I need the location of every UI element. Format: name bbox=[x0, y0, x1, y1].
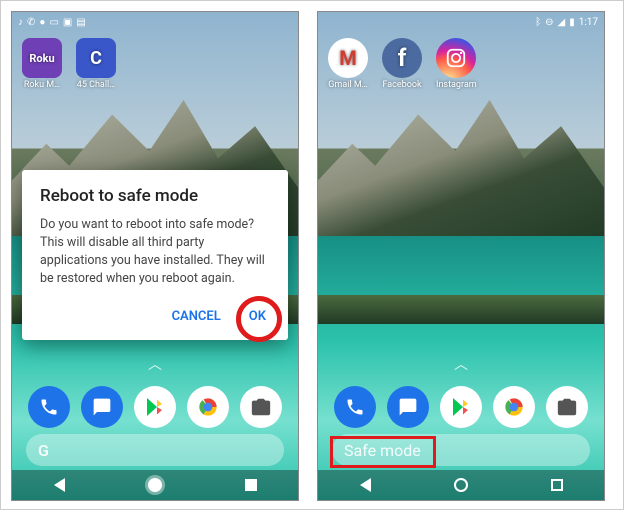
dock-play[interactable] bbox=[134, 386, 176, 428]
chall-icon: C bbox=[76, 38, 116, 78]
play-store-icon bbox=[449, 395, 473, 419]
dialog-body: Do you want to reboot into safe mode? Th… bbox=[40, 216, 270, 289]
bluetooth-icon: ᛒ bbox=[535, 17, 541, 28]
app-icon: ▣ bbox=[63, 17, 72, 28]
gmail-icon: M bbox=[328, 38, 368, 78]
app-roku[interactable]: Roku Roku M… bbox=[22, 38, 62, 90]
google-search-bar[interactable]: G bbox=[26, 434, 284, 466]
dock bbox=[318, 386, 604, 428]
play-store-icon bbox=[143, 395, 167, 419]
roku-icon: Roku bbox=[22, 38, 62, 78]
messages-icon bbox=[92, 397, 112, 417]
safe-mode-dialog: Reboot to safe mode Do you want to reboo… bbox=[22, 170, 288, 340]
mic-icon: ● bbox=[39, 17, 45, 28]
nav-back[interactable] bbox=[54, 478, 65, 492]
phone-icon bbox=[39, 397, 59, 417]
wallpaper-shore bbox=[318, 295, 604, 324]
screenshot-icon: ▭ bbox=[49, 17, 58, 28]
home-app-row: Roku Roku M… C 45 Chall… bbox=[22, 38, 116, 90]
camera-icon bbox=[556, 396, 578, 418]
app-label: 45 Chall… bbox=[77, 80, 115, 90]
chrome-icon bbox=[501, 394, 527, 420]
nav-home[interactable] bbox=[148, 478, 162, 492]
dock bbox=[12, 386, 298, 428]
home-app-row: M Gmail M… f Facebook Instagram bbox=[328, 38, 477, 90]
signal-icon: ◢ bbox=[557, 17, 565, 28]
dock-camera[interactable] bbox=[546, 386, 588, 428]
app-label: Facebook bbox=[382, 80, 421, 90]
nav-back[interactable] bbox=[360, 478, 371, 492]
status-bar: ♪ ✆ ● ▭ ▣ ▤ bbox=[12, 12, 298, 32]
call-icon: ✆ bbox=[27, 17, 35, 28]
phone-icon bbox=[345, 397, 365, 417]
status-bar: ᛒ ⊖ ◢ ▮ 1:17 bbox=[318, 12, 604, 32]
google-g-icon: G bbox=[38, 441, 49, 460]
dock-messages[interactable] bbox=[387, 386, 429, 428]
app-45chall[interactable]: C 45 Chall… bbox=[76, 38, 116, 90]
instagram-glyph-icon bbox=[445, 47, 467, 69]
navigation-bar bbox=[12, 470, 298, 500]
app-facebook[interactable]: f Facebook bbox=[382, 38, 422, 90]
cancel-button[interactable]: CANCEL bbox=[168, 303, 225, 330]
clock: 1:17 bbox=[579, 17, 598, 28]
messages-icon bbox=[398, 397, 418, 417]
sms-icon: ▤ bbox=[76, 17, 85, 28]
dnd-icon: ⊖ bbox=[545, 17, 553, 28]
instagram-icon bbox=[436, 38, 476, 78]
safe-mode-badge: Safe mode bbox=[332, 434, 590, 466]
camera-icon bbox=[250, 396, 272, 418]
dock-phone[interactable] bbox=[334, 386, 376, 428]
battery-icon: ▮ bbox=[569, 17, 575, 28]
safe-mode-text: Safe mode bbox=[344, 441, 421, 460]
facebook-icon: f bbox=[382, 38, 422, 78]
nav-home[interactable] bbox=[454, 478, 468, 492]
dock-chrome[interactable] bbox=[187, 386, 229, 428]
app-label: Instagram bbox=[436, 80, 477, 90]
app-instagram[interactable]: Instagram bbox=[436, 38, 477, 90]
music-icon: ♪ bbox=[18, 17, 23, 28]
nav-recent[interactable] bbox=[245, 479, 257, 491]
chrome-icon bbox=[195, 394, 221, 420]
dock-chrome[interactable] bbox=[493, 386, 535, 428]
phone-right: ᛒ ⊖ ◢ ▮ 1:17 M Gmail M… f Facebook Insta… bbox=[317, 11, 605, 501]
dialog-actions: CANCEL OK bbox=[40, 303, 270, 330]
dock-phone[interactable] bbox=[28, 386, 70, 428]
dock-play[interactable] bbox=[440, 386, 482, 428]
nav-recent[interactable] bbox=[551, 479, 563, 491]
navigation-bar bbox=[318, 470, 604, 500]
app-drawer-handle[interactable]: ︿ bbox=[148, 354, 162, 374]
ok-button[interactable]: OK bbox=[245, 303, 270, 330]
dialog-title: Reboot to safe mode bbox=[40, 186, 270, 206]
app-label: Gmail M… bbox=[328, 80, 367, 90]
app-drawer-handle[interactable]: ︿ bbox=[454, 354, 468, 374]
dock-messages[interactable] bbox=[81, 386, 123, 428]
phone-left: ♪ ✆ ● ▭ ▣ ▤ Roku Roku M… C 45 Chall… ︿ bbox=[11, 11, 299, 501]
app-gmail[interactable]: M Gmail M… bbox=[328, 38, 368, 90]
dock-camera[interactable] bbox=[240, 386, 282, 428]
app-label: Roku M… bbox=[24, 80, 60, 90]
